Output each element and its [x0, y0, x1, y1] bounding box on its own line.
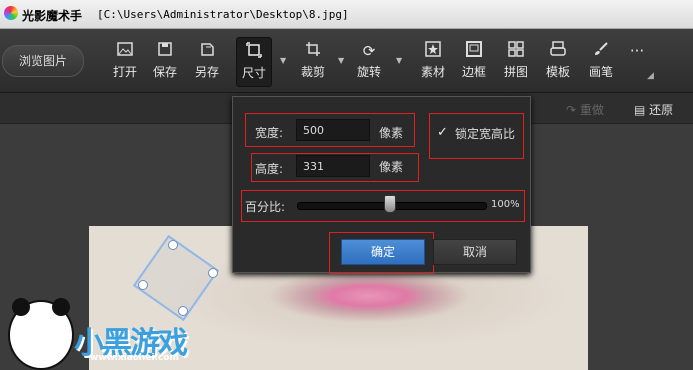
crop-icon [303, 41, 323, 61]
restore-icon: ▤ [634, 103, 646, 117]
tool-crop-button[interactable]: 裁剪 [296, 37, 330, 87]
toolbar-collapse-icon[interactable]: ◢ [647, 71, 654, 81]
browse-images-button[interactable]: 浏览图片 [2, 45, 84, 77]
brand-watermark-url: www.xiaohei.com [90, 353, 179, 363]
restore-button[interactable]: ▤ 还原 [634, 101, 673, 118]
percent-value: 100% [491, 199, 520, 210]
resize-icon [244, 42, 264, 62]
width-input[interactable]: 500 [296, 119, 370, 141]
rotate-dropdown-caret-icon[interactable]: ▼ [396, 56, 402, 65]
document-path: [C:\Users\Administrator\Desktop\8.jpg] [97, 8, 349, 21]
title-bar: 光影魔术手 [C:\Users\Administrator\Desktop\8.… [0, 0, 693, 29]
cancel-button[interactable]: 取消 [433, 239, 517, 265]
frame-corner-handle[interactable] [208, 268, 218, 278]
size-dropdown-caret-icon[interactable]: ▼ [280, 56, 286, 65]
width-label: 宽度: [255, 126, 284, 140]
tool-rotate-button[interactable]: ⟳ 旋转 [352, 37, 386, 87]
grid-icon [506, 41, 526, 61]
frame-icon [464, 41, 484, 61]
app-name: 光影魔术手 [22, 9, 83, 23]
height-unit-label: 像素 [379, 160, 404, 174]
tool-border-button[interactable]: 边框 [457, 37, 491, 87]
template-icon [548, 41, 568, 61]
frame-corner-handle[interactable] [138, 280, 148, 290]
redo-icon: ↷ [566, 103, 577, 117]
tool-brush-button[interactable]: 画笔 [584, 37, 618, 87]
width-unit-label: 像素 [379, 126, 404, 140]
panda-logo-icon [8, 298, 74, 370]
resize-dialog: 宽度: 500 像素 ✓ 锁定宽高比 高度: 331 像素 百分比: 100% … [232, 96, 531, 274]
frame-corner-handle[interactable] [178, 306, 188, 316]
percent-label: 百分比: [245, 200, 286, 214]
tool-size-button[interactable]: 尺寸 [236, 37, 272, 87]
rotate-icon: ⟳ [362, 42, 376, 60]
tool-save-button[interactable]: 保存 [148, 37, 182, 87]
save-icon [155, 41, 175, 61]
tool-material-button[interactable]: 素材 [416, 37, 450, 87]
lock-ratio-checkbox[interactable]: ✓ [437, 125, 448, 140]
brush-icon [591, 41, 611, 61]
lock-ratio-label: 锁定宽高比 [455, 127, 516, 141]
more-icon: ··· [629, 42, 645, 60]
tool-open-button[interactable]: 打开 [108, 37, 142, 87]
tool-template-button[interactable]: 模板 [541, 37, 575, 87]
crop-dropdown-caret-icon[interactable]: ▼ [338, 56, 344, 65]
app-logo-icon [4, 6, 18, 20]
confirm-button[interactable]: 确定 [341, 239, 425, 265]
image-icon [115, 41, 135, 61]
save-as-icon [197, 41, 217, 61]
star-icon [423, 41, 443, 61]
height-input[interactable]: 331 [296, 155, 370, 177]
main-toolbar: 浏览图片 打开 保存 另存 尺寸 ▼ 裁剪 ▼ ⟳ 旋转 ▼ 素材 边框 拼图 … [0, 29, 693, 93]
tool-collage-button[interactable]: 拼图 [499, 37, 533, 87]
redo-button[interactable]: ↷ 重做 [566, 101, 604, 118]
percent-slider-thumb[interactable] [384, 195, 396, 213]
frame-corner-handle[interactable] [168, 240, 178, 250]
tool-save-as-button[interactable]: 另存 [190, 37, 224, 87]
height-label: 高度: [255, 162, 284, 176]
